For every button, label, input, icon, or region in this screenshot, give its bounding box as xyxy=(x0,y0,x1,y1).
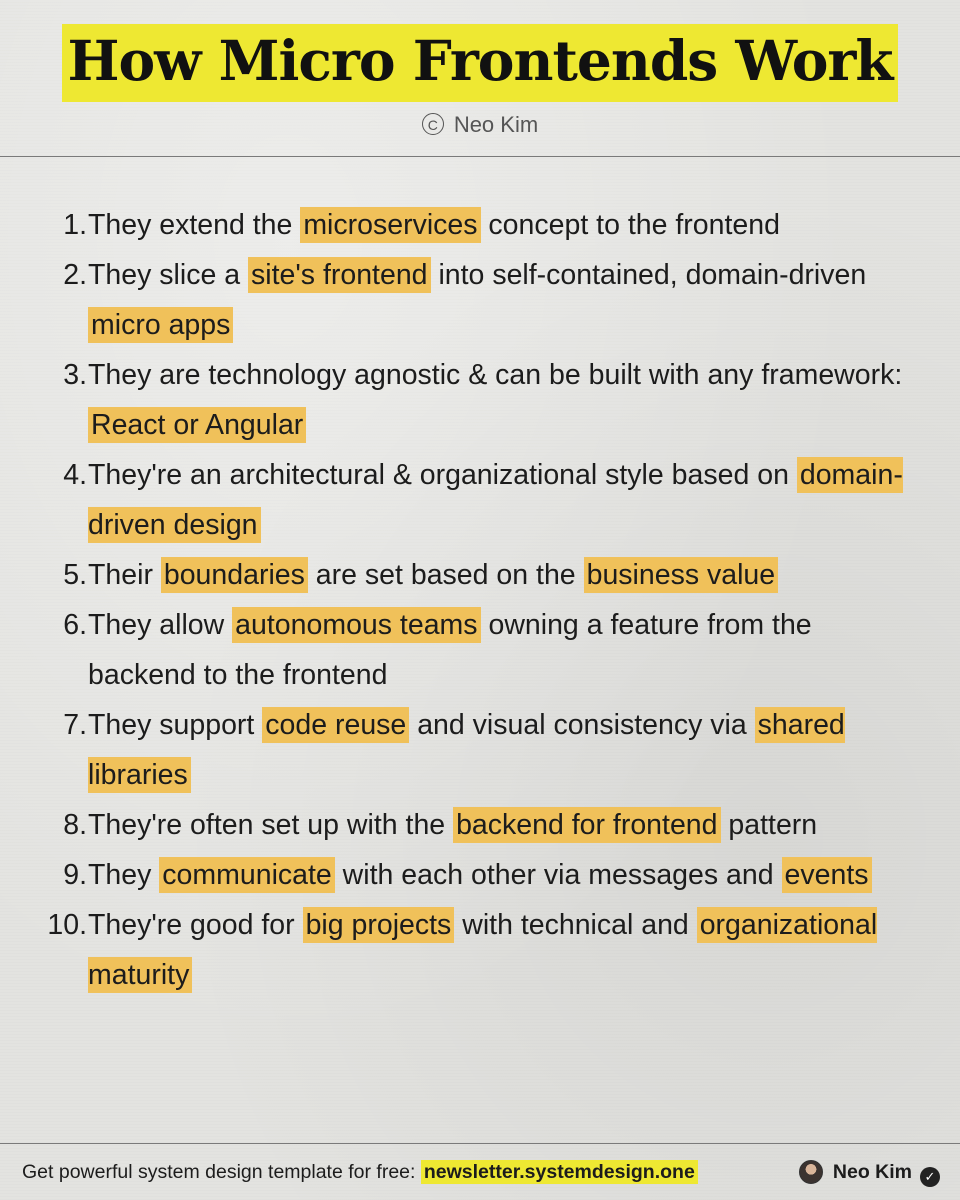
list-item-number: 8. xyxy=(63,809,87,841)
list-item-number: 2. xyxy=(63,259,87,291)
list-item-number: 4. xyxy=(63,459,87,491)
list-item: 5. Their boundaries are set based on the … xyxy=(0,550,960,600)
list-item: 10. They're good for big projects with te… xyxy=(0,900,960,1000)
highlighted-phrase: site's frontend xyxy=(247,257,431,293)
list-item: 6. They allow autonomous teams owning a f… xyxy=(0,600,960,700)
highlighted-phrase: microservices xyxy=(300,207,481,243)
author-line: C Neo Kim xyxy=(0,112,960,138)
bottom-divider xyxy=(0,1143,960,1144)
item-text: They are technology agnostic & can be bu… xyxy=(88,359,903,391)
highlighted-phrase: backend for frontend xyxy=(453,807,721,843)
list-item: 7. They support code reuse and visual con… xyxy=(0,700,960,800)
avatar xyxy=(798,1160,823,1184)
top-divider xyxy=(0,156,960,157)
list-item-number: 9. xyxy=(63,859,87,891)
footer-brand[interactable]: Neo Kim ✓ xyxy=(798,1150,940,1194)
list-item: 1. They extend the microservices concept … xyxy=(0,200,960,250)
highlighted-phrase: boundaries xyxy=(160,557,308,593)
item-text: They extend the xyxy=(88,209,301,241)
list-item: 8. They're often set up with the backend … xyxy=(0,800,960,850)
newsletter-link[interactable]: newsletter.systemdesign.one xyxy=(420,1160,698,1184)
author-name: Neo Kim xyxy=(453,112,539,137)
item-text: They allow xyxy=(88,609,233,641)
item-text: They're good for xyxy=(88,909,303,941)
highlighted-phrase: business value xyxy=(583,557,779,593)
item-text: They support xyxy=(88,709,263,741)
item-text: are set based on the xyxy=(307,559,584,591)
highlighted-phrase: events xyxy=(781,857,872,893)
item-text: pattern xyxy=(720,809,818,841)
item-text: Their xyxy=(88,559,161,591)
item-text: They xyxy=(88,859,160,891)
highlighted-phrase: big projects xyxy=(302,907,455,943)
item-text: with technical and xyxy=(454,909,697,941)
facts-list: 1. They extend the microservices concept … xyxy=(0,200,960,1000)
list-item: 9. They communicate with each other via m… xyxy=(0,850,960,900)
footer-cta: Get powerful system design template for … xyxy=(22,1150,698,1194)
item-text: with each other via messages and xyxy=(334,859,782,891)
page-title: How Micro Frontends Work xyxy=(61,24,899,102)
list-item-number: 10. xyxy=(47,909,87,941)
highlighted-phrase: React or Angular xyxy=(88,407,307,443)
item-text: and visual consistency via xyxy=(409,709,755,741)
highlighted-phrase: communicate xyxy=(159,857,335,893)
item-text: into self-contained, domain-driven xyxy=(430,259,867,291)
item-text: They slice a xyxy=(88,259,248,291)
list-item-number: 7. xyxy=(63,709,87,741)
highlighted-phrase: code reuse xyxy=(262,707,410,743)
list-item: 4. They're an architectural & organizatio… xyxy=(0,450,960,550)
item-text: They're an architectural & organizationa… xyxy=(88,459,797,491)
list-item: 3. They are technology agnostic & can be … xyxy=(0,350,960,450)
list-item-number: 5. xyxy=(63,559,87,591)
list-item-number: 1. xyxy=(63,209,87,241)
list-item: 2. They slice a site's frontend into self… xyxy=(0,250,960,350)
item-text: They're often set up with the xyxy=(88,809,454,841)
copyright-icon: C xyxy=(421,113,444,135)
list-item-number: 3. xyxy=(63,359,87,391)
item-text: concept to the frontend xyxy=(480,209,780,241)
highlighted-phrase: micro apps xyxy=(88,307,234,343)
title-container: How Micro Frontends Work xyxy=(0,24,960,102)
verified-check-icon: ✓ xyxy=(920,1167,940,1187)
brand-name: Neo Kim xyxy=(832,1161,912,1183)
highlighted-phrase: autonomous teams xyxy=(232,607,481,643)
footer: Get powerful system design template for … xyxy=(0,1150,960,1194)
list-item-number: 6. xyxy=(63,609,87,641)
footer-cta-text: Get powerful system design template for … xyxy=(22,1161,421,1183)
